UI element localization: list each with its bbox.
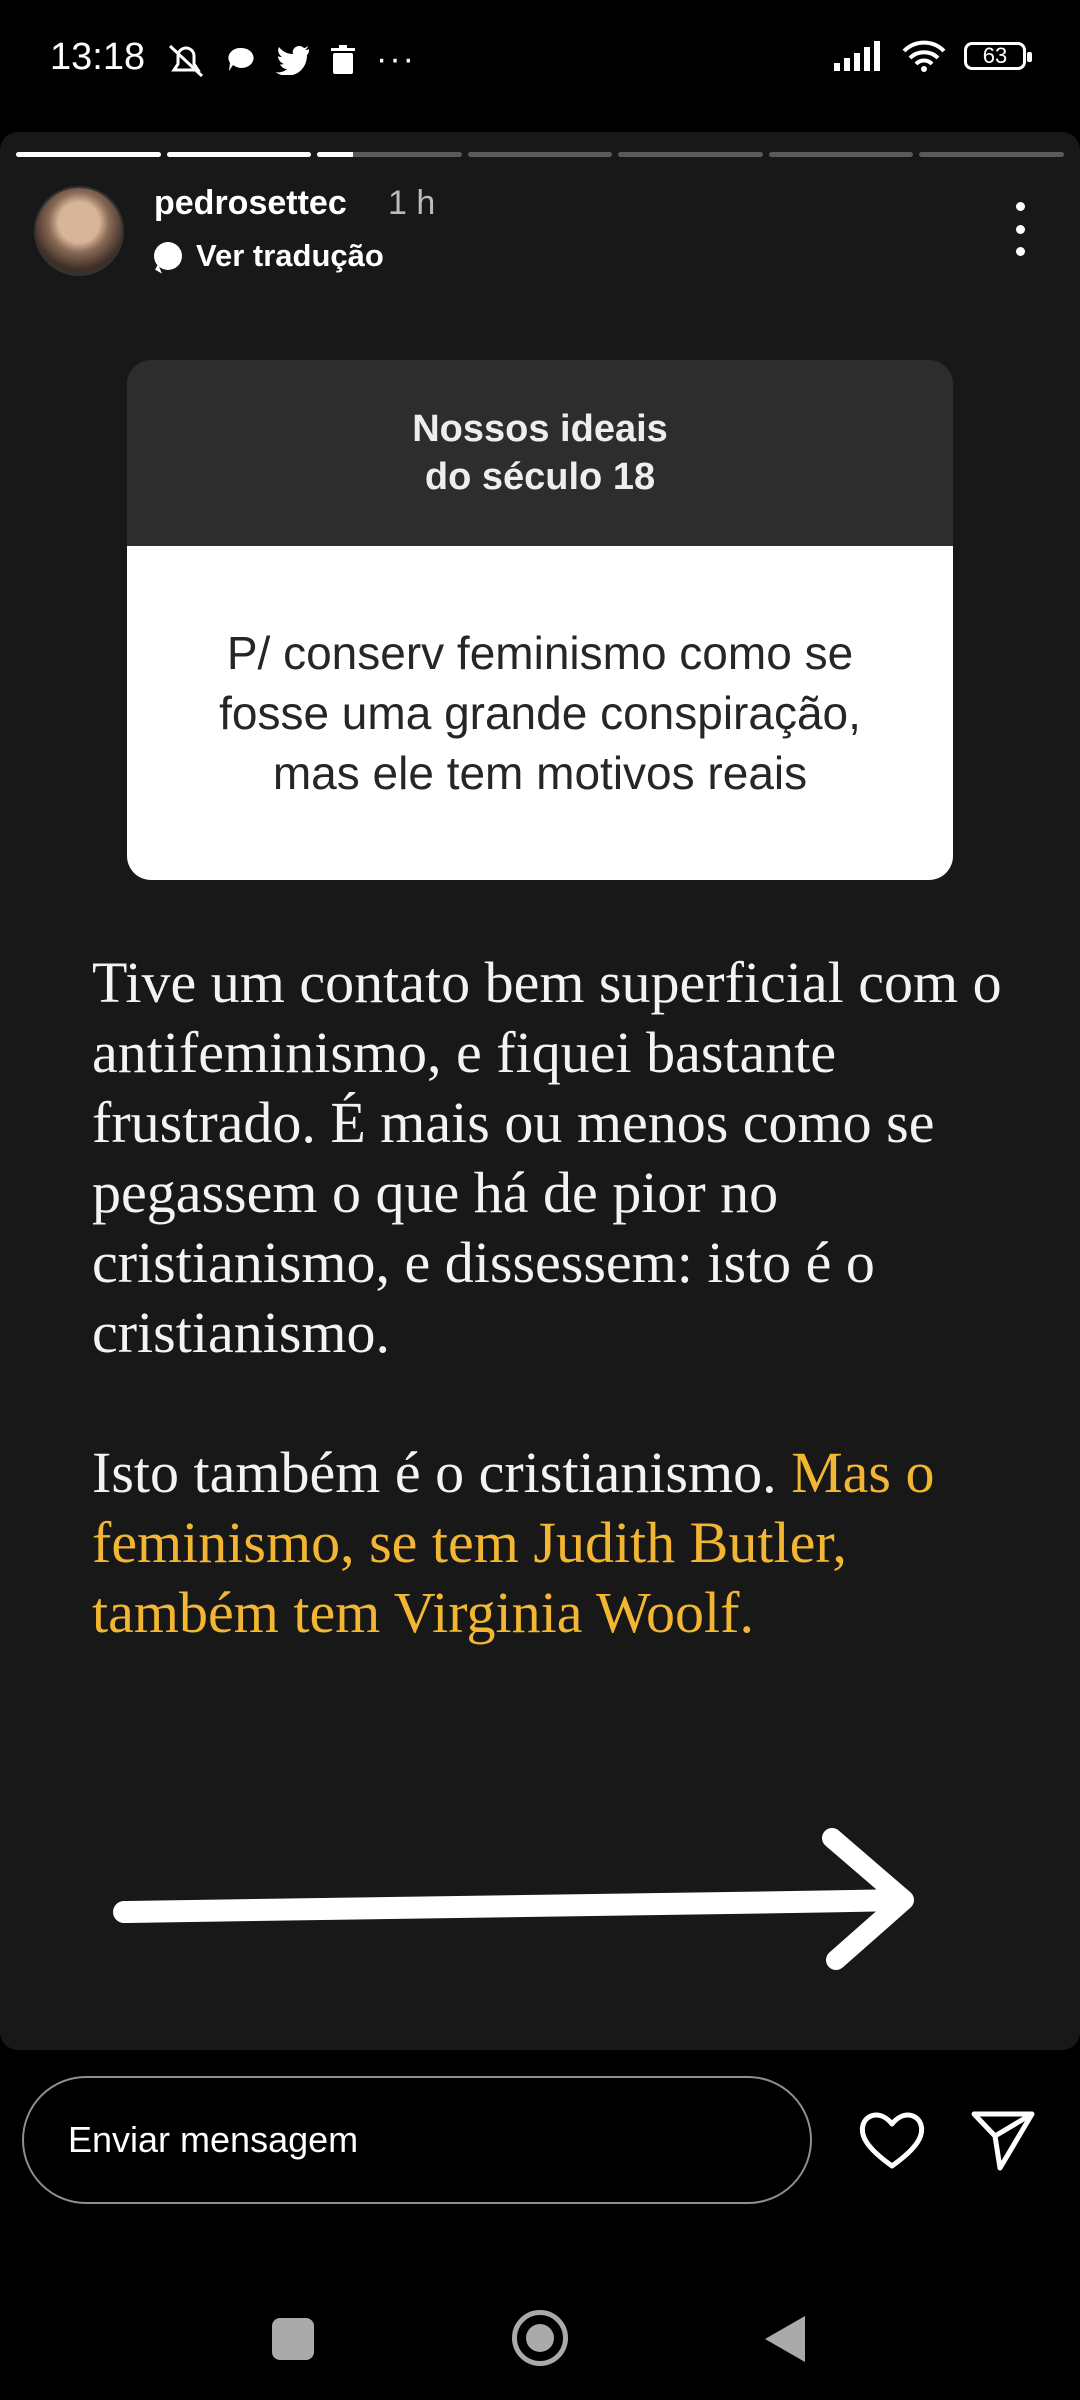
chat-bubble-icon [228,47,254,71]
question-sticker-answer: P/ conserv feminismo como se fosse uma g… [127,546,953,880]
story-text: Tive um contato bem superficial com o an… [92,948,1012,1648]
navigation-bar [0,2270,1080,2400]
battery-icon: 63 [964,42,1032,70]
send-icon[interactable] [970,2106,1036,2172]
back-icon[interactable] [765,2316,805,2362]
reply-bar: Enviar mensagem [0,2050,1080,2240]
system-icons: 63 [834,40,1032,72]
like-heart-icon[interactable] [857,2108,927,2172]
story-progress-segment [618,152,763,157]
status-bar: 13:18 ··· 63 [0,0,1080,130]
story-progress-segment [768,152,914,157]
message-input[interactable]: Enviar mensagem [22,2076,812,2204]
story-progress-segment [16,152,161,157]
more-options-icon[interactable] [1010,202,1030,256]
trash-icon [331,44,355,74]
story-progress-segment [166,152,312,157]
more-notifications: ··· [376,40,416,78]
wifi-icon [902,40,946,72]
status-time: 13:18 [50,36,146,78]
arrow-right-icon [113,1828,914,1970]
question-sticker-title: Nossos ideais do século 18 [127,360,953,546]
recent-apps-icon[interactable] [272,2318,314,2360]
story-progress-segment [317,152,462,157]
notification-icons: ··· [166,40,416,79]
see-translation-button[interactable]: Ver tradução [154,238,384,274]
username[interactable]: pedrosettec [154,184,347,223]
story-paragraph-2-plain: Isto também é o cristianismo. [92,1440,792,1505]
signal-icon [834,41,880,71]
muted-alarm-icon [168,44,204,77]
question-sticker: Nossos ideais do século 18 P/ conserv fe… [127,360,953,880]
story-progress-segment [467,152,613,157]
avatar[interactable] [34,186,124,276]
story-paragraph-2: Isto também é o cristianismo. Mas o femi… [92,1438,1012,1648]
twitter-icon [276,45,309,75]
story-progress-segment [919,152,1065,157]
speech-bubble-icon [154,242,182,270]
post-time: 1 h [388,184,436,222]
battery-level: 63 [982,43,1008,68]
home-icon[interactable] [512,2310,568,2366]
story-progress [16,152,1065,157]
story-viewer[interactable]: pedrosettec 1 h Ver tradução Nossos idea… [0,132,1080,2050]
story-paragraph-1: Tive um contato bem superficial com o an… [92,950,1002,1365]
see-translation-label: Ver tradução [196,238,384,273]
